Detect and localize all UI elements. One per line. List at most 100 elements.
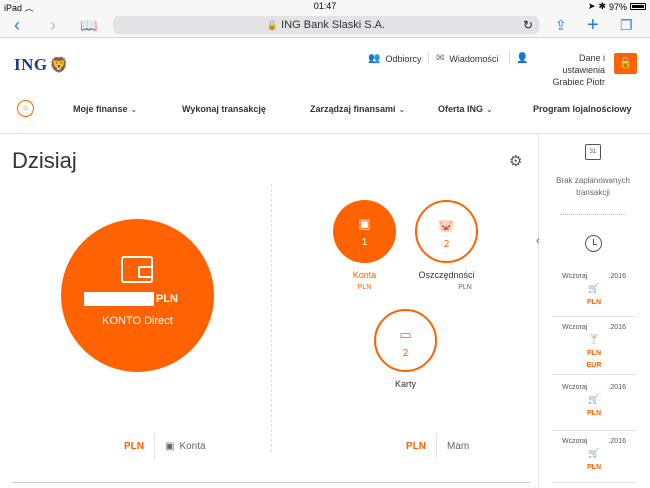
divider bbox=[509, 52, 510, 64]
user-settings[interactable]: Dane i ustawienia Grabiec Piotr bbox=[535, 52, 605, 88]
people-icon: 👥 bbox=[368, 53, 381, 64]
divider bbox=[154, 433, 155, 459]
oszczednosci-currency: PLN bbox=[458, 284, 472, 291]
divider bbox=[428, 52, 429, 64]
piggy-bank-icon: 🐷 bbox=[438, 218, 455, 233]
account-circle[interactable]: PLN KONTO Direct bbox=[61, 219, 214, 372]
cart-icon: 🛒 bbox=[588, 394, 600, 404]
nav-moje-finanse[interactable]: Moje finanse ⌄ bbox=[73, 104, 137, 114]
home-icon[interactable]: ⌂ bbox=[17, 100, 34, 117]
karty-label: Karty bbox=[394, 379, 416, 389]
card-icon: ▭ bbox=[399, 327, 412, 342]
oszczednosci-label: Oszczędności bbox=[418, 270, 475, 280]
envelope-icon: ✉ bbox=[436, 53, 445, 64]
transaction-date: Wczoraj bbox=[562, 324, 588, 331]
konta-summary-currency: PLN bbox=[124, 440, 144, 452]
gear-icon[interactable]: ⚙ bbox=[509, 152, 522, 170]
browser-toolbar: ‹ › 📖 🔒 ING Bank Slaski S.A. ↻ ⇪ + ❐ bbox=[0, 12, 650, 38]
cart-icon: 🛒 bbox=[588, 283, 600, 293]
oszczednosci-bubble[interactable]: 🐷 2 bbox=[415, 200, 478, 263]
wiadomosci-label: Wiadomości bbox=[449, 53, 499, 64]
status-bar: iPad ︵ 01:47 ➤ ✱ 97% bbox=[0, 0, 650, 13]
odbiorcy-link[interactable]: 👥 Odbiorcy bbox=[368, 53, 421, 64]
wiadomosci-link[interactable]: ✉ Wiadomości bbox=[436, 53, 498, 64]
odbiorcy-label: Odbiorcy bbox=[385, 53, 422, 64]
no-planned-transactions: Brak zaplanowanych transakcji bbox=[556, 176, 630, 197]
divider bbox=[271, 184, 272, 452]
logout-lock-button[interactable]: 🔒 bbox=[614, 53, 637, 74]
transaction-currency: PLN bbox=[587, 410, 601, 417]
karty-count: 2 bbox=[402, 348, 409, 359]
nav-program-lojalnosciowy[interactable]: Program lojalnościowy bbox=[533, 104, 632, 114]
konta-summary[interactable]: PLN ▣ Konta bbox=[124, 433, 206, 459]
transaction-item[interactable]: Wczoraj .2016 🛒 PLN bbox=[552, 438, 636, 478]
divider bbox=[552, 374, 636, 375]
divider bbox=[560, 214, 626, 215]
back-icon[interactable]: ‹ bbox=[14, 15, 20, 35]
forward-icon[interactable]: › bbox=[50, 15, 56, 35]
account-name: KONTO Direct bbox=[102, 315, 173, 327]
transaction-year: .2016 bbox=[608, 438, 626, 445]
divider bbox=[436, 433, 437, 459]
mam-summary-label: Mam bbox=[447, 440, 470, 452]
karty-bubble[interactable]: ▭ 2 bbox=[374, 309, 437, 372]
wallet-icon: ▣ bbox=[358, 216, 371, 231]
lion-icon: 🦁 bbox=[49, 57, 69, 74]
transaction-date: Wczoraj bbox=[562, 273, 588, 280]
url-text: ING Bank Slaski S.A. bbox=[281, 19, 386, 31]
new-tab-icon[interactable]: + bbox=[587, 15, 599, 35]
tabs-icon[interactable]: ❐ bbox=[620, 15, 633, 35]
chevron-left-icon[interactable]: ‹ bbox=[536, 235, 540, 247]
divider bbox=[12, 482, 530, 483]
konta-count: 1 bbox=[361, 237, 368, 248]
divider bbox=[552, 430, 636, 431]
bookmarks-icon[interactable]: 📖 bbox=[80, 15, 97, 35]
battery-icon bbox=[630, 3, 646, 10]
battery-percent: 97% bbox=[608, 1, 627, 12]
cocktail-icon: 🍸 bbox=[588, 334, 600, 344]
secure-lock-icon: 🔒 bbox=[266, 20, 279, 30]
transaction-year: .2016 bbox=[608, 324, 626, 331]
oszczednosci-count: 2 bbox=[443, 239, 450, 250]
divider bbox=[552, 482, 636, 483]
page-title: Dzisiaj bbox=[12, 148, 77, 173]
transaction-currency: EUR bbox=[586, 362, 602, 369]
konta-summary-label: Konta bbox=[179, 440, 206, 452]
wallet-icon: ▣ bbox=[165, 440, 175, 452]
konta-bubble[interactable]: ▣ 1 bbox=[333, 200, 396, 263]
chevron-down-icon: ⌄ bbox=[398, 105, 406, 114]
user-name: Grabiec Piotr bbox=[552, 77, 605, 87]
clock-time: 01:47 bbox=[313, 1, 337, 11]
transaction-currency: PLN bbox=[587, 299, 601, 306]
share-icon[interactable]: ⇪ bbox=[555, 15, 567, 35]
chevron-down-icon: ⌄ bbox=[486, 105, 493, 114]
logo-text: ING bbox=[14, 55, 48, 74]
bluetooth-icon: ✱ bbox=[598, 1, 606, 11]
nav-wykonaj-transakcje[interactable]: Wykonaj transakcję bbox=[182, 104, 266, 114]
user-icon: 👤 bbox=[516, 53, 529, 64]
account-currency: PLN bbox=[156, 293, 178, 305]
nav-zarzadzaj-finansami[interactable]: Zarządzaj finansami ⌄ bbox=[310, 104, 405, 114]
transaction-date: Wczoraj bbox=[562, 384, 588, 391]
nav-oferta-ing[interactable]: Oferta ING ⌄ bbox=[438, 104, 493, 114]
divider bbox=[552, 316, 636, 317]
mam-summary[interactable]: PLN Mam bbox=[406, 433, 469, 459]
main-nav: ⌂ Moje finanse ⌄ Wykonaj transakcję Zarzą… bbox=[0, 92, 650, 134]
mam-summary-currency: PLN bbox=[406, 440, 426, 452]
clock-icon bbox=[585, 235, 602, 252]
reload-icon[interactable]: ↻ bbox=[523, 16, 533, 34]
cart-icon: 🛒 bbox=[588, 448, 600, 458]
transaction-item[interactable]: Wczoraj .2016 🛒 PLN bbox=[552, 384, 636, 424]
address-bar[interactable]: 🔒 ING Bank Slaski S.A. ↻ bbox=[113, 16, 539, 34]
transaction-currency: PLN bbox=[587, 350, 601, 357]
konta-label: Konta bbox=[352, 270, 377, 280]
transaction-item[interactable]: Wczoraj .2016 🛒 PLN bbox=[552, 273, 636, 313]
transaction-item[interactable]: Wczoraj .2016 🍸 PLN EUR bbox=[552, 324, 636, 369]
sidebar-divider bbox=[538, 134, 539, 488]
konta-currency: PLN bbox=[357, 284, 372, 291]
chevron-down-icon: ⌄ bbox=[130, 105, 138, 114]
ing-logo[interactable]: ING 🦁 bbox=[14, 55, 68, 75]
settings-label: Dane i ustawienia bbox=[562, 53, 605, 75]
location-icon: ➤ bbox=[587, 1, 596, 11]
calendar-icon: 31 bbox=[585, 144, 601, 160]
